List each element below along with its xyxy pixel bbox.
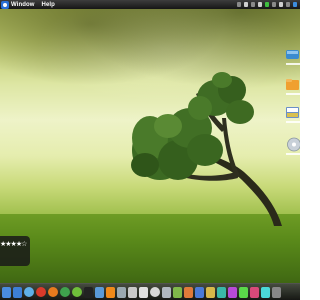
terminal-icon[interactable] [84, 286, 93, 298]
status-icon[interactable] [265, 2, 269, 7]
menu-bar: Window Help [0, 0, 300, 9]
firefox-icon[interactable] [48, 287, 58, 297]
photos-icon[interactable] [128, 286, 137, 298]
mail-icon[interactable] [13, 286, 22, 298]
app-icon[interactable] [261, 286, 270, 298]
opera-icon[interactable] [36, 287, 46, 297]
status-icon[interactable] [272, 2, 276, 7]
desktop-icon-label [286, 63, 300, 65]
tree-illustration [131, 72, 282, 226]
disk-icon[interactable] [285, 105, 300, 120]
trash-icon[interactable] [162, 286, 171, 298]
menu-help[interactable]: Help [42, 2, 55, 8]
menu-window[interactable]: Window [11, 2, 35, 8]
dock [0, 283, 300, 300]
folder-icon[interactable] [285, 77, 300, 92]
rating-widget[interactable]: ★★★★☆ [0, 236, 30, 266]
app-icon[interactable] [228, 286, 237, 298]
menu-extras [237, 2, 297, 7]
app-icon[interactable] [272, 286, 281, 298]
finder-icon[interactable] [2, 286, 11, 298]
desktop-icon-label [286, 121, 300, 123]
itunes-icon[interactable] [95, 286, 104, 298]
app-icon[interactable] [173, 286, 182, 298]
preview-icon[interactable] [117, 286, 126, 298]
spotlight-icon[interactable] [293, 2, 297, 7]
app-icon[interactable] [206, 286, 215, 298]
cd-icon[interactable] [285, 137, 301, 152]
status-icon[interactable] [244, 2, 248, 7]
status-icon[interactable] [237, 2, 241, 7]
clock-icon[interactable] [286, 2, 290, 7]
chrome-icon[interactable] [60, 287, 70, 297]
app-icon[interactable] [250, 286, 259, 298]
app-icon[interactable] [195, 286, 204, 298]
status-icon[interactable] [258, 2, 262, 7]
calendar-icon[interactable] [139, 286, 148, 298]
adium-icon[interactable] [72, 287, 82, 297]
rating-stars[interactable]: ★★★★☆ [0, 240, 27, 248]
vlc-icon[interactable] [106, 286, 115, 298]
desktop-icon-label [286, 93, 300, 95]
app-icon[interactable] [184, 286, 193, 298]
volume-icon[interactable] [279, 2, 283, 7]
drive-icon[interactable] [285, 47, 300, 62]
clock-icon[interactable] [150, 287, 160, 297]
app-icon[interactable] [217, 286, 226, 298]
apple-menu-icon[interactable] [1, 0, 9, 9]
app-icon[interactable] [239, 286, 248, 298]
safari-icon[interactable] [24, 287, 34, 297]
status-icon[interactable] [251, 2, 255, 7]
desktop-icon-label [286, 153, 300, 155]
